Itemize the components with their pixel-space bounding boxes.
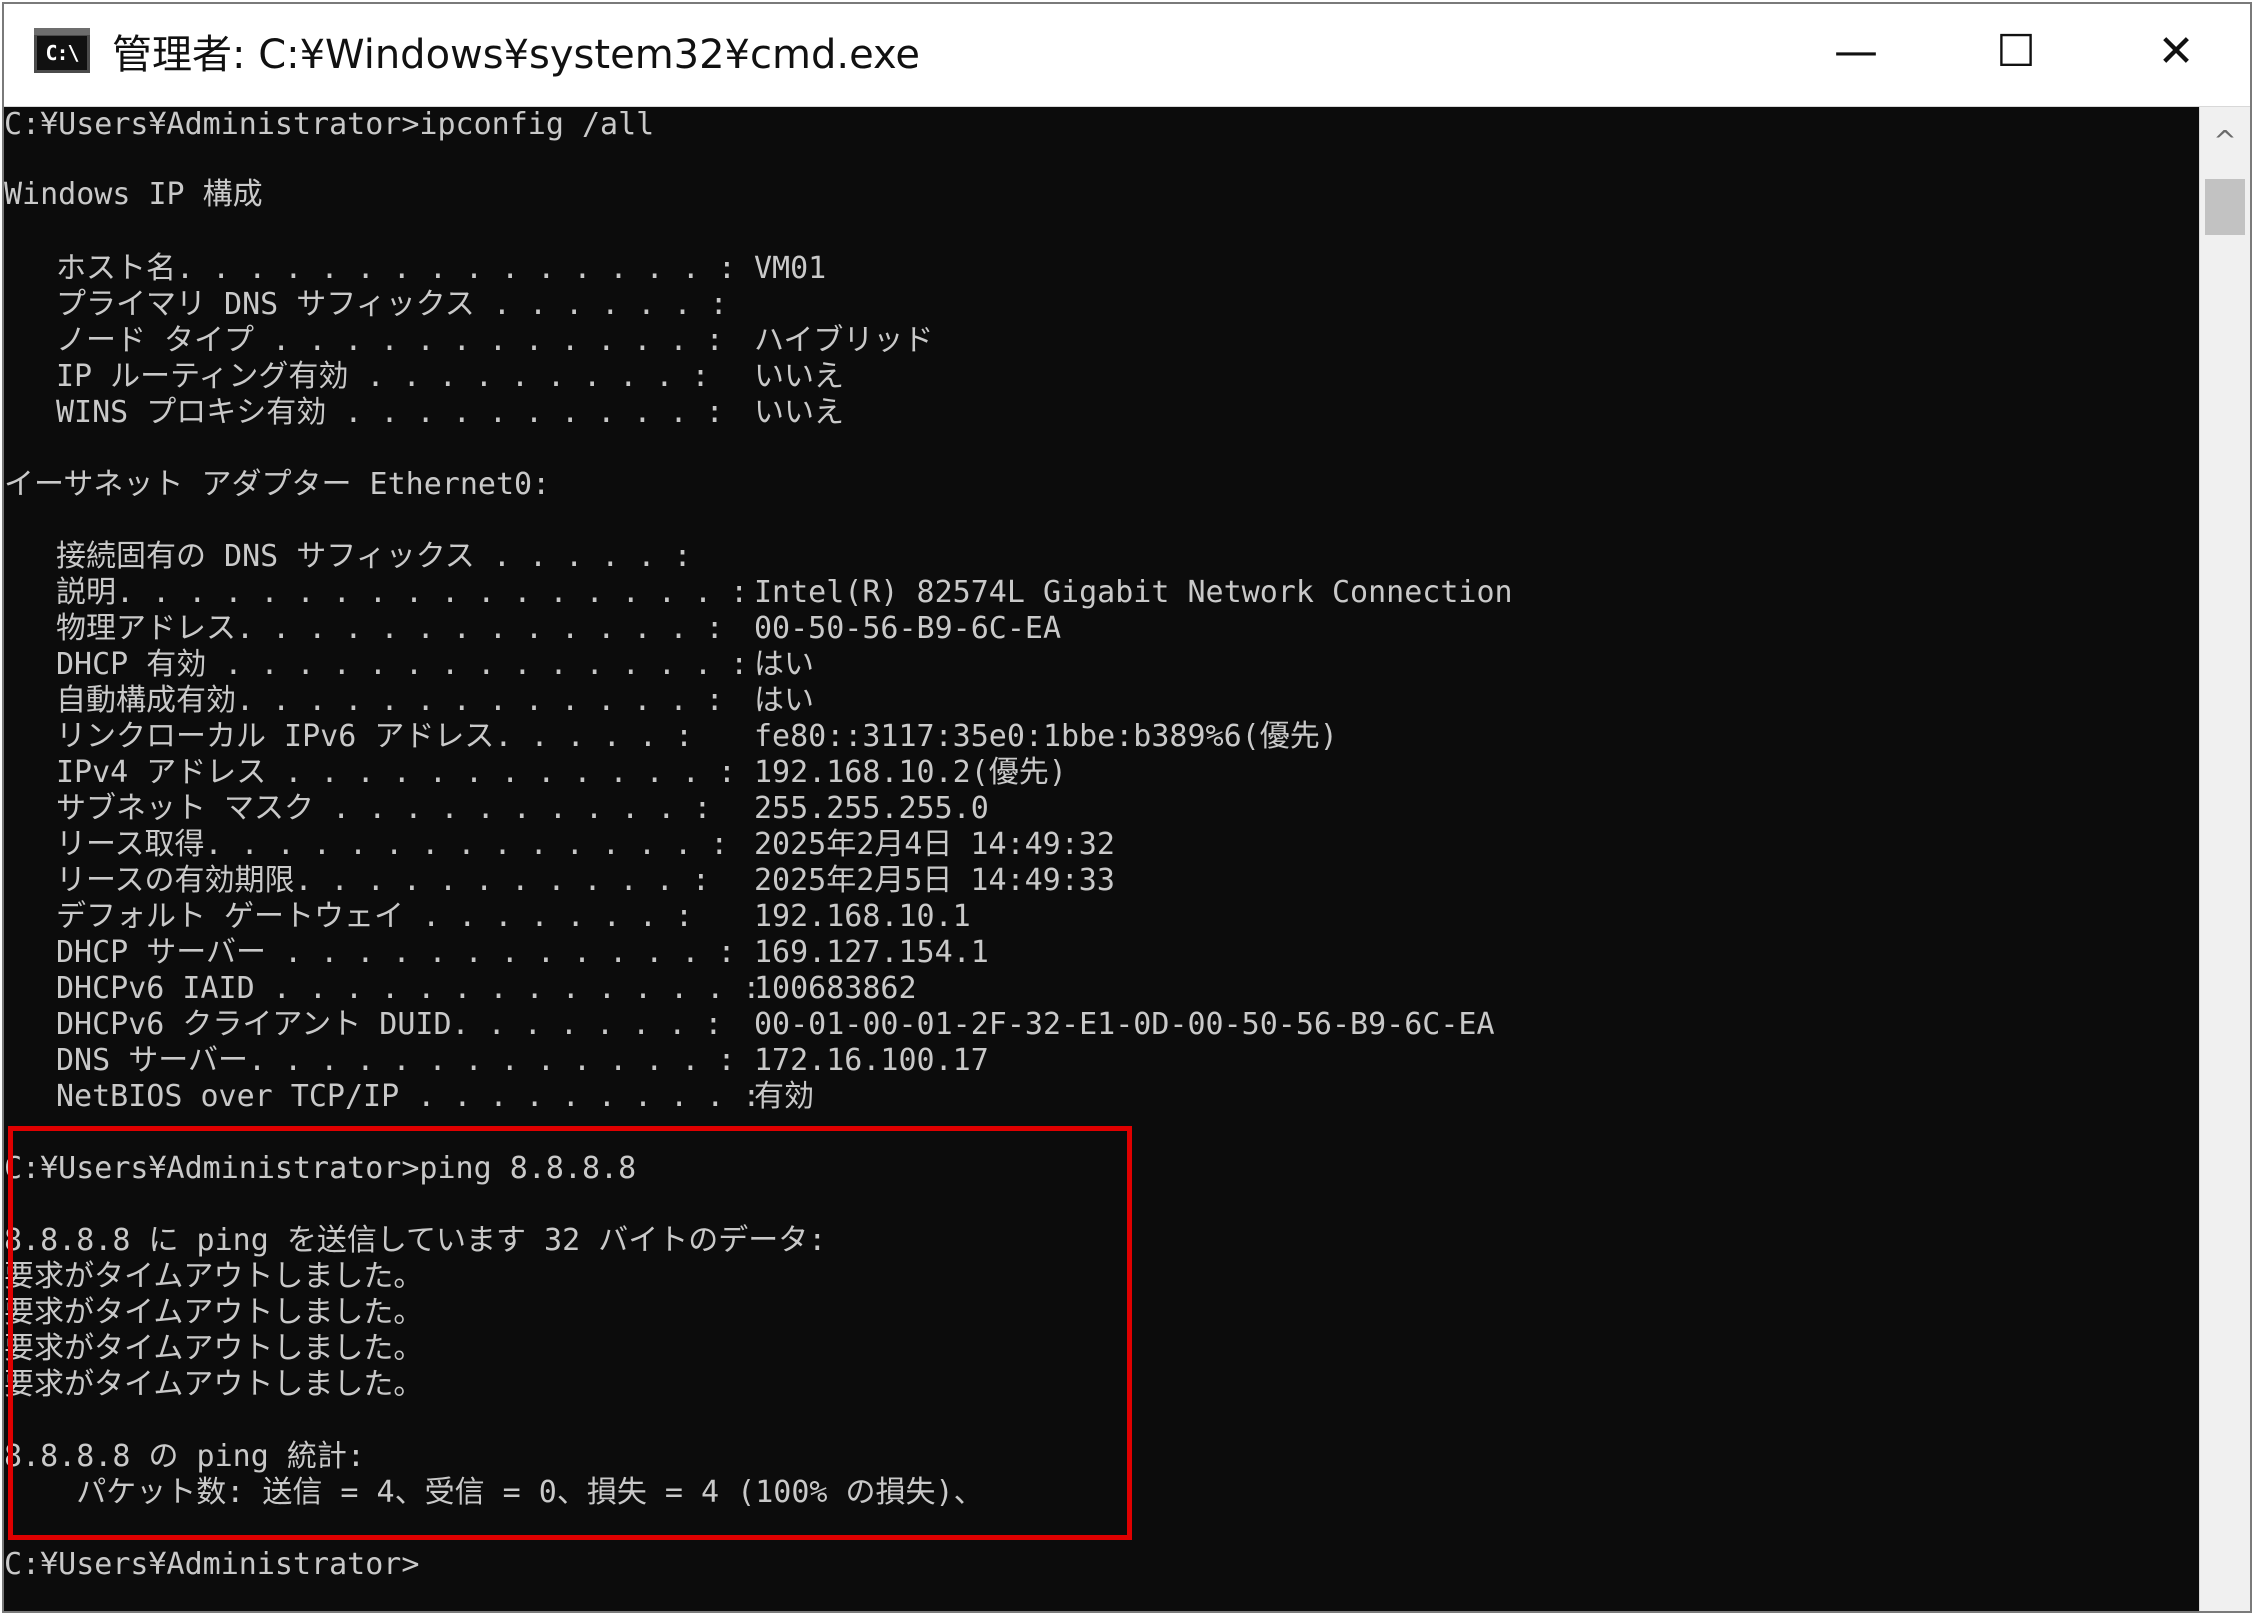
config-value: はい bbox=[754, 647, 814, 682]
config-value: VM01 bbox=[754, 251, 827, 286]
config-label: サブネット マスク . . . . . . . . . . : bbox=[56, 791, 712, 826]
config-value: 169.127.154.1 bbox=[754, 935, 989, 970]
config-value: 192.168.10.1 bbox=[754, 899, 971, 934]
close-icon: ✕ bbox=[2157, 26, 2195, 77]
config-label: 自動構成有効. . . . . . . . . . . . . : bbox=[56, 683, 724, 718]
config-label: リースの有効期限. . . . . . . . . . . : bbox=[56, 863, 710, 898]
config-value: Intel(R) 82574L Gigabit Network Connecti… bbox=[754, 575, 1513, 610]
config-value: 2025年2月5日 14:49:33 bbox=[754, 863, 1115, 898]
config-label: DHCP サーバー . . . . . . . . . . . . : bbox=[56, 935, 736, 970]
scrollbar-thumb[interactable] bbox=[2205, 179, 2245, 235]
config-label: DHCP 有効 . . . . . . . . . . . . . . : bbox=[56, 647, 749, 682]
config-value: 255.255.255.0 bbox=[754, 791, 989, 826]
config-label: DNS サーバー. . . . . . . . . . . . . : bbox=[56, 1043, 736, 1078]
console-line: C:¥Users¥Administrator>ipconfig /all bbox=[4, 107, 655, 142]
ping-stats-header: 8.8.8.8 の ping 統計: bbox=[4, 1439, 365, 1474]
config-label: デフォルト ゲートウェイ . . . . . . . : bbox=[56, 899, 694, 934]
ping-command-line: C:¥Users¥Administrator>ping 8.8.8.8 bbox=[4, 1151, 637, 1186]
config-label: DHCPv6 IAID . . . . . . . . . . . . . : bbox=[56, 971, 761, 1006]
config-label: ホスト名. . . . . . . . . . . . . . . : bbox=[56, 251, 736, 286]
config-label: 説明. . . . . . . . . . . . . . . . . : bbox=[56, 575, 749, 610]
cmd-window: C:\ 管理者: C:¥Windows¥system32¥cmd.exe — ☐… bbox=[2, 2, 2252, 1613]
console-output[interactable]: C:¥Users¥Administrator>ipconfig /all Win… bbox=[4, 107, 2200, 1607]
config-label: IPv4 アドレス . . . . . . . . . . . . : bbox=[56, 755, 736, 790]
config-value: 100683862 bbox=[754, 971, 917, 1006]
ping-timeout-line: 要求がタイムアウトしました。 bbox=[4, 1259, 424, 1294]
minimize-button[interactable]: — bbox=[1774, 4, 1938, 106]
title-bar[interactable]: C:\ 管理者: C:¥Windows¥system32¥cmd.exe — ☐… bbox=[4, 4, 2250, 107]
config-value: 172.16.100.17 bbox=[754, 1043, 989, 1078]
config-label: IP ルーティング有効 . . . . . . . . . : bbox=[56, 359, 710, 394]
config-label: 接続固有の DNS サフィックス . . . . . : bbox=[56, 539, 692, 574]
config-value: 00-50-56-B9-6C-EA bbox=[754, 611, 1062, 646]
config-label: WINS プロキシ有効 . . . . . . . . . . : bbox=[56, 395, 724, 430]
config-label: 物理アドレス. . . . . . . . . . . . . : bbox=[56, 611, 724, 646]
ping-output-line: 8.8.8.8 に ping を送信しています 32 バイトのデータ: bbox=[4, 1223, 827, 1258]
ping-timeout-line: 要求がタイムアウトしました。 bbox=[4, 1295, 424, 1330]
config-value: いいえ bbox=[754, 359, 844, 394]
window-title: 管理者: C:¥Windows¥system32¥cmd.exe bbox=[112, 32, 921, 78]
config-value: 2025年2月4日 14:49:32 bbox=[754, 827, 1115, 862]
config-value: fe80::3117:35e0:1bbe:b389%6(優先) bbox=[754, 719, 1338, 754]
config-label: リンクローカル IPv6 アドレス. . . . . : bbox=[56, 719, 694, 754]
ping-timeout-line: 要求がタイムアウトしました。 bbox=[4, 1367, 424, 1402]
scroll-up-icon[interactable]: ^ bbox=[2200, 117, 2250, 165]
config-value: はい bbox=[754, 683, 814, 718]
config-label: DHCPv6 クライアント DUID. . . . . . . : bbox=[56, 1007, 723, 1042]
maximize-button[interactable]: ☐ bbox=[1934, 4, 2098, 106]
console-prompt[interactable]: C:¥Users¥Administrator> bbox=[4, 1547, 419, 1583]
minimize-icon: — bbox=[1834, 26, 1878, 77]
cmd-app-icon: C:\ bbox=[34, 28, 90, 73]
config-label: プライマリ DNS サフィックス . . . . . . : bbox=[56, 287, 728, 322]
ping-stats-line: パケット数: 送信 = 4、受信 = 0、損失 = 4 (100% の損失)、 bbox=[4, 1475, 984, 1510]
vertical-scrollbar[interactable]: ^ bbox=[2199, 107, 2250, 1611]
config-value: 192.168.10.2(優先) bbox=[754, 755, 1067, 790]
console-line: Windows IP 構成 bbox=[4, 177, 263, 212]
config-label: ノード タイプ . . . . . . . . . . . . : bbox=[56, 323, 724, 358]
config-value: 00-01-00-01-2F-32-E1-0D-00-50-56-B9-6C-E… bbox=[754, 1007, 1495, 1042]
config-value: 有効 bbox=[754, 1079, 814, 1114]
maximize-icon: ☐ bbox=[1996, 26, 2036, 77]
config-label: NetBIOS over TCP/IP . . . . . . . . . : bbox=[56, 1079, 761, 1114]
config-value: いいえ bbox=[754, 395, 844, 430]
ping-timeout-line: 要求がタイムアウトしました。 bbox=[4, 1331, 424, 1366]
config-value: ハイブリッド bbox=[754, 323, 934, 358]
close-button[interactable]: ✕ bbox=[2094, 4, 2250, 106]
config-label: リース取得. . . . . . . . . . . . . . : bbox=[56, 827, 729, 862]
console-line: イーサネット アダプター Ethernet0: bbox=[4, 467, 551, 502]
